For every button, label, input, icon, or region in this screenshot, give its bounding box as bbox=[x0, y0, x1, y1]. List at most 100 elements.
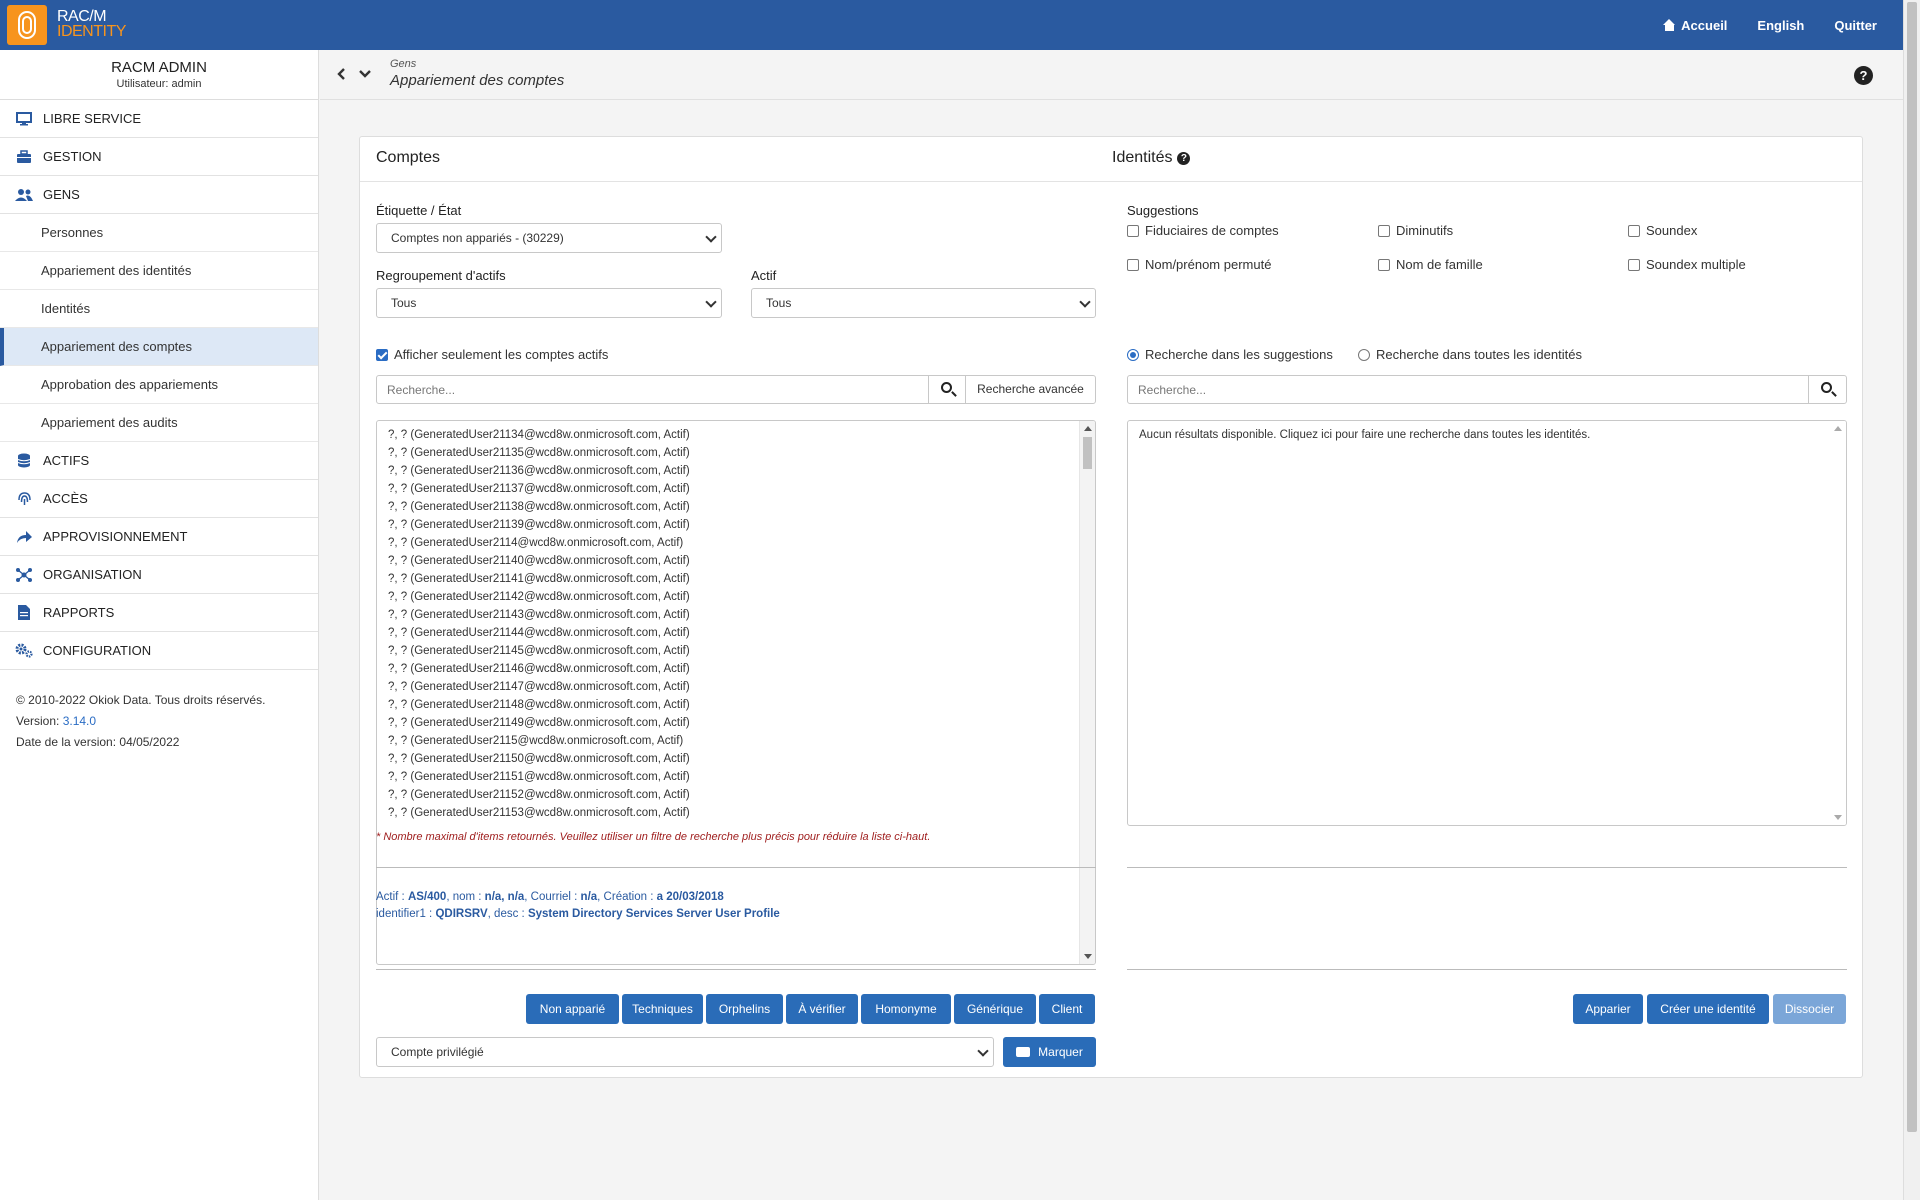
list-item[interactable]: ?, ? (GeneratedUser21134@wcd8w.onmicroso… bbox=[388, 426, 690, 444]
search-button[interactable] bbox=[1808, 376, 1846, 403]
accounts-search: Recherche... Recherche avancée bbox=[376, 375, 1096, 404]
language-link[interactable]: English bbox=[1757, 18, 1804, 33]
accounts-list[interactable]: ?, ? (GeneratedUser21134@wcd8w.onmicroso… bbox=[376, 420, 1096, 965]
client-button[interactable]: Client bbox=[1039, 994, 1095, 1024]
sidebar: RACM ADMIN Utilisateur: admin LIBRE SERV… bbox=[0, 50, 319, 1200]
list-item[interactable]: ?, ? (GeneratedUser21149@wcd8w.onmicroso… bbox=[388, 714, 690, 732]
suggestion-permute-checkbox[interactable]: Nom/prénom permuté bbox=[1127, 257, 1271, 272]
sidebar-item-gestion[interactable]: GESTION bbox=[0, 138, 318, 176]
techniques-button[interactable]: Techniques bbox=[622, 994, 703, 1024]
page-scrollbar[interactable] bbox=[1903, 0, 1920, 1200]
sidebar-item-personnes[interactable]: Personnes bbox=[0, 214, 318, 252]
list-item[interactable]: ?, ? (GeneratedUser21152@wcd8w.onmicroso… bbox=[388, 786, 690, 804]
scroll-down-icon bbox=[1084, 954, 1092, 959]
divider bbox=[376, 867, 1096, 868]
creer-identite-button[interactable]: Créer une identité bbox=[1647, 994, 1769, 1024]
list-item[interactable]: ?, ? (GeneratedUser21147@wcd8w.onmicroso… bbox=[388, 678, 690, 696]
matching-card: Comptes Identités? Étiquette / État Comp… bbox=[359, 136, 1863, 1078]
top-nav: Accueil English Quitter bbox=[1663, 0, 1877, 50]
sidebar-item-approbation-appariements[interactable]: Approbation des appariements bbox=[0, 366, 318, 404]
mark-select[interactable]: Compte privilégié bbox=[376, 1037, 994, 1067]
etat-select[interactable]: Comptes non appariés - (30229) bbox=[376, 223, 722, 253]
list-item[interactable]: ?, ? (GeneratedUser21137@wcd8w.onmicroso… bbox=[388, 480, 690, 498]
sidebar-item-organisation[interactable]: ORGANISATION bbox=[0, 556, 318, 594]
a-verifier-button[interactable]: À vérifier bbox=[786, 994, 858, 1024]
sidebar-item-appariement-identites[interactable]: Appariement des identités bbox=[0, 252, 318, 290]
sidebar-item-approvisionnement[interactable]: APPROVISIONNEMENT bbox=[0, 518, 318, 556]
logout-link[interactable]: Quitter bbox=[1834, 18, 1877, 33]
help-icon[interactable]: ? bbox=[1177, 151, 1191, 165]
sidebar-item-gens[interactable]: GENS bbox=[0, 176, 318, 214]
radio-search-suggestions[interactable]: Recherche dans les suggestions bbox=[1127, 347, 1333, 362]
user-subtitle: Utilisateur: admin bbox=[116, 78, 202, 90]
tag-icon bbox=[1016, 1047, 1031, 1057]
breadcrumb-parent[interactable]: Gens bbox=[390, 58, 416, 70]
home-link[interactable]: Accueil bbox=[1663, 18, 1727, 33]
identities-list-scrollbar[interactable] bbox=[1830, 421, 1846, 825]
identities-title: Identités? bbox=[1112, 149, 1191, 167]
list-item[interactable]: ?, ? (GeneratedUser21153@wcd8w.onmicroso… bbox=[388, 804, 690, 822]
search-input[interactable]: Recherche... bbox=[1138, 383, 1206, 397]
suggestions-label: Suggestions bbox=[1127, 203, 1199, 218]
chevron-down-icon[interactable] bbox=[359, 67, 371, 84]
scroll-up-icon bbox=[1084, 426, 1092, 431]
list-item[interactable]: ?, ? (GeneratedUser21138@wcd8w.onmicroso… bbox=[388, 498, 690, 516]
etat-label: Étiquette / État bbox=[376, 203, 462, 218]
back-arrow-icon[interactable] bbox=[337, 67, 347, 84]
orphelins-button[interactable]: Orphelins bbox=[706, 994, 783, 1024]
document-icon bbox=[14, 605, 34, 621]
accounts-list-scrollbar[interactable] bbox=[1079, 421, 1095, 964]
suggestion-diminutifs-checkbox[interactable]: Diminutifs bbox=[1378, 223, 1453, 238]
list-item[interactable]: ?, ? (GeneratedUser21151@wcd8w.onmicroso… bbox=[388, 768, 690, 786]
actif-select[interactable]: Tous bbox=[751, 288, 1096, 318]
dissocier-button[interactable]: Dissocier bbox=[1773, 994, 1846, 1024]
list-item[interactable]: ?, ? (GeneratedUser21143@wcd8w.onmicroso… bbox=[388, 606, 690, 624]
only-active-checkbox[interactable]: Afficher seulement les comptes actifs bbox=[376, 347, 608, 362]
sidebar-item-identites[interactable]: Identités bbox=[0, 290, 318, 328]
homonyme-button[interactable]: Homonyme bbox=[861, 994, 951, 1024]
share-icon bbox=[14, 529, 34, 545]
search-icon bbox=[1821, 382, 1832, 393]
search-button[interactable] bbox=[928, 376, 966, 403]
list-item[interactable]: ?, ? (GeneratedUser21144@wcd8w.onmicroso… bbox=[388, 624, 690, 642]
sidebar-item-appariement-comptes[interactable]: Appariement des comptes bbox=[0, 328, 318, 366]
list-item[interactable]: ?, ? (GeneratedUser21142@wcd8w.onmicroso… bbox=[388, 588, 690, 606]
list-item[interactable]: ?, ? (GeneratedUser2115@wcd8w.onmicrosof… bbox=[388, 732, 690, 750]
version-link[interactable]: 3.14.0 bbox=[63, 714, 96, 728]
list-item[interactable]: ?, ? (GeneratedUser21135@wcd8w.onmicroso… bbox=[388, 444, 690, 462]
account-detail: Actif : AS/400, nom : n/a, n/a, Courriel… bbox=[376, 891, 780, 920]
sidebar-item-actifs[interactable]: ACTIFS bbox=[0, 442, 318, 480]
non-apparie-button[interactable]: Non apparié bbox=[526, 994, 619, 1024]
sidebar-item-rapports[interactable]: RAPPORTS bbox=[0, 594, 318, 632]
list-item[interactable]: ?, ? (GeneratedUser21150@wcd8w.onmicroso… bbox=[388, 750, 690, 768]
mark-button[interactable]: Marquer bbox=[1003, 1037, 1096, 1067]
list-item[interactable]: ?, ? (GeneratedUser21146@wcd8w.onmicroso… bbox=[388, 660, 690, 678]
radio-search-all[interactable]: Recherche dans toutes les identités bbox=[1358, 347, 1582, 362]
list-item[interactable]: ?, ? (GeneratedUser2114@wcd8w.onmicrosof… bbox=[388, 534, 690, 552]
generique-button[interactable]: Générique bbox=[954, 994, 1036, 1024]
list-item[interactable]: ?, ? (GeneratedUser21139@wcd8w.onmicroso… bbox=[388, 516, 690, 534]
suggestion-soundex-checkbox[interactable]: Soundex bbox=[1628, 223, 1697, 238]
sidebar-item-libre-service[interactable]: LIBRE SERVICE bbox=[0, 100, 318, 138]
advanced-search-button[interactable]: Recherche avancée bbox=[965, 376, 1095, 403]
list-item[interactable]: ?, ? (GeneratedUser21145@wcd8w.onmicroso… bbox=[388, 642, 690, 660]
regroupement-select[interactable]: Tous bbox=[376, 288, 722, 318]
sidebar-item-acces[interactable]: ACCÈS bbox=[0, 480, 318, 518]
sidebar-item-configuration[interactable]: CONFIGURATION bbox=[0, 632, 318, 670]
page-title: Appariement des comptes bbox=[390, 72, 565, 89]
search-input[interactable]: Recherche... bbox=[387, 383, 455, 397]
list-item[interactable]: ?, ? (GeneratedUser21141@wcd8w.onmicroso… bbox=[388, 570, 690, 588]
suggestion-soundex-multiple-checkbox[interactable]: Soundex multiple bbox=[1628, 257, 1746, 272]
divider bbox=[376, 969, 1096, 970]
apparier-button[interactable]: Apparier bbox=[1573, 994, 1643, 1024]
identities-list[interactable]: Aucun résultats disponible. Cliquez ici … bbox=[1127, 420, 1847, 826]
list-item[interactable]: ?, ? (GeneratedUser21136@wcd8w.onmicroso… bbox=[388, 462, 690, 480]
sidebar-item-appariement-audits[interactable]: Appariement des audits bbox=[0, 404, 318, 442]
logo-icon[interactable] bbox=[7, 5, 47, 45]
suggestion-nom-famille-checkbox[interactable]: Nom de famille bbox=[1378, 257, 1483, 272]
list-item[interactable]: ?, ? (GeneratedUser21140@wcd8w.onmicroso… bbox=[388, 552, 690, 570]
empty-message[interactable]: Aucun résultats disponible. Cliquez ici … bbox=[1139, 426, 1590, 444]
suggestion-fiduciaires-checkbox[interactable]: Fiduciaires de comptes bbox=[1127, 223, 1279, 238]
help-icon[interactable]: ? bbox=[1854, 66, 1873, 85]
list-item[interactable]: ?, ? (GeneratedUser21148@wcd8w.onmicroso… bbox=[388, 696, 690, 714]
